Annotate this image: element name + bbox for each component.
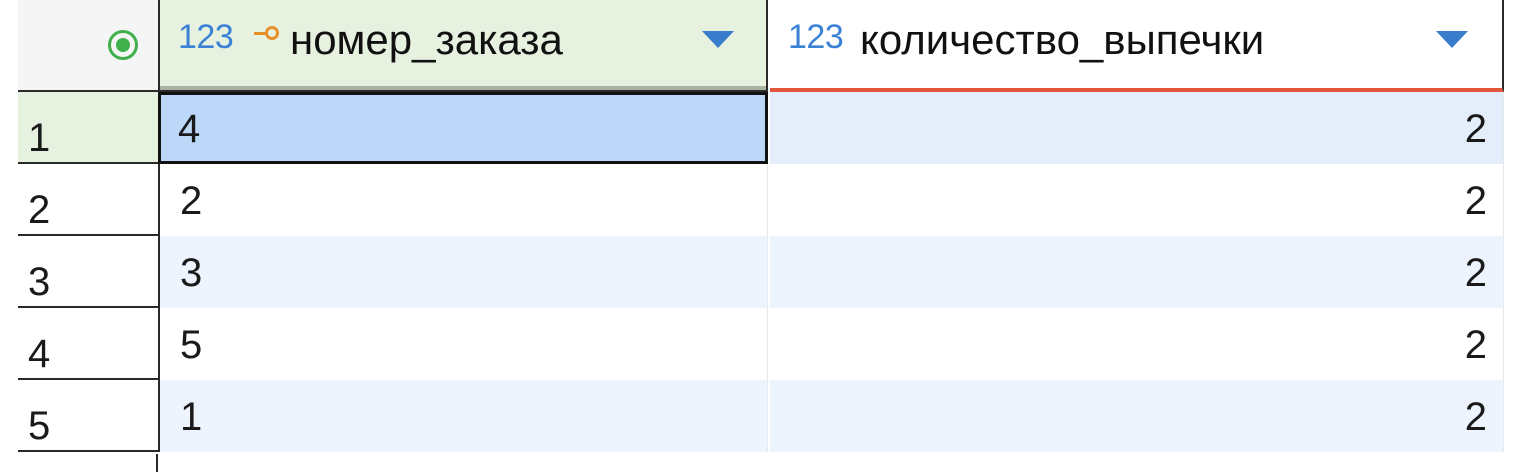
grid-right-margin <box>1504 92 1522 472</box>
table-cell[interactable]: 1 <box>158 380 768 452</box>
row-number[interactable]: 5 <box>18 380 158 452</box>
table-cell[interactable]: 2 <box>770 92 1504 164</box>
table-cell[interactable]: 2 <box>770 308 1504 380</box>
row-number[interactable]: 4 <box>18 308 158 380</box>
table-cell[interactable]: 2 <box>770 236 1504 308</box>
table-cell[interactable]: 2 <box>770 164 1504 236</box>
table-row[interactable]: 4 5 2 <box>18 308 1522 380</box>
column-header-nomer-zakaza[interactable]: 123 номер_заказа <box>158 0 768 92</box>
table-cell[interactable]: 5 <box>158 308 768 380</box>
table-row[interactable]: 1 4 2 <box>18 92 1522 164</box>
row-number[interactable]: 1 <box>18 92 158 164</box>
numeric-type-label: 123 <box>788 18 844 56</box>
chevron-down-icon[interactable] <box>702 31 734 48</box>
table-cell[interactable]: 4 <box>158 92 768 164</box>
result-grid: 123 номер_заказа 123 количество_выпечки … <box>0 0 1522 472</box>
table-cell[interactable]: 2 <box>158 164 768 236</box>
column-header-kolichestvo-vypechki[interactable]: 123 количество_выпечки <box>770 0 1504 92</box>
table-row[interactable]: 5 1 2 <box>18 380 1522 452</box>
column-name: номер_заказа <box>290 16 563 63</box>
primary-key-icon <box>254 26 280 40</box>
column-name: количество_выпечки <box>860 16 1265 63</box>
row-number[interactable]: 3 <box>18 236 158 308</box>
table-cell[interactable]: 3 <box>158 236 768 308</box>
row-header-corner[interactable] <box>18 0 158 92</box>
chevron-down-icon[interactable] <box>1436 31 1468 48</box>
numeric-type-label: 123 <box>178 18 234 56</box>
grid-divider <box>156 454 298 472</box>
table-row[interactable]: 2 2 2 <box>18 164 1522 236</box>
table-row[interactable]: 3 3 2 <box>18 236 1522 308</box>
record-mode-icon[interactable] <box>108 30 138 60</box>
row-number[interactable]: 2 <box>18 164 158 236</box>
table-cell[interactable]: 2 <box>770 380 1504 452</box>
